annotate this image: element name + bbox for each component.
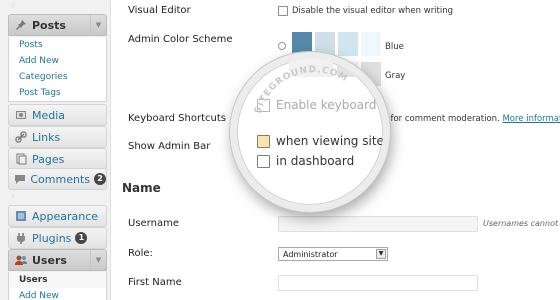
username-input[interactable]	[278, 216, 478, 232]
enable-keyboard-checkbox[interactable]	[257, 99, 270, 112]
username-hint: Usernames cannot	[483, 219, 559, 228]
sidebar-item-label: Users	[32, 253, 67, 267]
more-information-link[interactable]: More information	[502, 114, 560, 124]
sidebar-item-users[interactable]: Users ▼	[8, 249, 107, 271]
link-icon	[12, 130, 30, 144]
sidebar-item-label: Media	[32, 108, 66, 122]
magnified-swatch	[289, 59, 333, 77]
submenu-item-users[interactable]: Users	[9, 272, 106, 288]
comments-count-badge: 2	[94, 173, 106, 185]
sidebar-item-media[interactable]: Media	[8, 104, 107, 126]
magnified-swatch	[337, 59, 383, 77]
color-scheme-blue-label: Blue	[385, 42, 404, 52]
submenu-item-posts[interactable]: Posts	[9, 37, 106, 53]
show-admin-bar-dashboard-label: in dashboard	[276, 154, 355, 168]
menu-separator: ⁝	[12, 193, 15, 201]
menu-separator: ⁝	[12, 2, 15, 10]
comments-icon	[12, 172, 28, 186]
plugins-icon	[12, 231, 30, 245]
magnifier-content: Enable keyboard when viewing site in das…	[237, 59, 383, 205]
sidebar-item-pages[interactable]: Pages	[8, 148, 107, 170]
visual-editor-label: Visual Editor	[128, 5, 191, 16]
submenu-item-add-new[interactable]: Add New	[9, 288, 106, 300]
keyboard-shortcuts-description: ts for comment moderation. More informat…	[380, 114, 560, 124]
color-scheme-label: Admin Color Scheme	[128, 34, 233, 45]
users-submenu: Users Add New	[8, 272, 107, 300]
swatch	[361, 32, 381, 56]
posts-submenu: Posts Add New Categories Post Tags	[8, 37, 107, 102]
sidebar-item-label: Comments	[30, 172, 90, 186]
show-admin-bar-site-label: when viewing site	[276, 134, 384, 148]
first-name-label: First Name	[128, 277, 182, 288]
media-icon	[12, 108, 30, 122]
sidebar-item-label: Plugins	[32, 231, 72, 245]
enable-keyboard-label: Enable keyboard	[276, 98, 377, 112]
role-select[interactable]: Administrator ▼	[278, 247, 388, 261]
plugins-update-badge: 1	[75, 232, 88, 244]
chevron-down-icon: ▼	[376, 249, 386, 259]
role-select-value: Administrator	[283, 250, 338, 259]
sidebar-item-comments[interactable]: Comments 2	[8, 168, 107, 190]
submenu-item-add-new[interactable]: Add New	[9, 53, 106, 69]
submenu-item-categories[interactable]: Categories	[9, 69, 106, 85]
admin-sidebar: ⁝ Posts ▼ Posts Add New Categories Post …	[0, 0, 111, 300]
page-icon	[12, 152, 30, 166]
sidebar-item-plugins[interactable]: Plugins 1	[8, 227, 107, 249]
color-scheme-gray-label: Gray	[385, 71, 406, 81]
users-icon	[12, 253, 30, 267]
sidebar-item-label: Pages	[32, 152, 65, 166]
submenu-item-post-tags[interactable]: Post Tags	[9, 85, 106, 101]
sidebar-item-label: Posts	[32, 18, 66, 32]
disable-visual-editor-label: Disable the visual editor when writing	[292, 6, 454, 16]
sidebar-item-links[interactable]: Links	[8, 126, 107, 148]
disable-visual-editor-checkbox[interactable]	[278, 6, 288, 16]
sidebar-item-label: Appearance	[32, 209, 99, 223]
show-admin-bar-dashboard-checkbox[interactable]	[257, 155, 270, 168]
color-scheme-blue-radio[interactable]	[278, 42, 286, 50]
swatch	[338, 32, 358, 56]
role-label: Role:	[128, 248, 153, 259]
chevron-down-icon[interactable]: ▼	[90, 15, 106, 35]
sidebar-item-appearance[interactable]: Appearance	[8, 205, 107, 227]
pin-icon	[12, 18, 30, 32]
keyboard-shortcuts-label: Keyboard Shortcuts	[128, 113, 226, 124]
name-section-heading: Name	[122, 181, 161, 195]
sidebar-item-posts[interactable]: Posts ▼	[8, 14, 107, 36]
appearance-icon	[12, 209, 30, 223]
magnifier-lens: Enable keyboard when viewing site in das…	[230, 52, 390, 212]
chevron-down-icon[interactable]: ▼	[90, 250, 106, 270]
first-name-input[interactable]	[278, 275, 478, 291]
sidebar-item-label: Links	[32, 130, 61, 144]
show-admin-bar-site-checkbox[interactable]	[257, 135, 270, 148]
show-admin-bar-label: Show Admin Bar	[128, 141, 211, 152]
username-label: Username	[128, 218, 179, 229]
